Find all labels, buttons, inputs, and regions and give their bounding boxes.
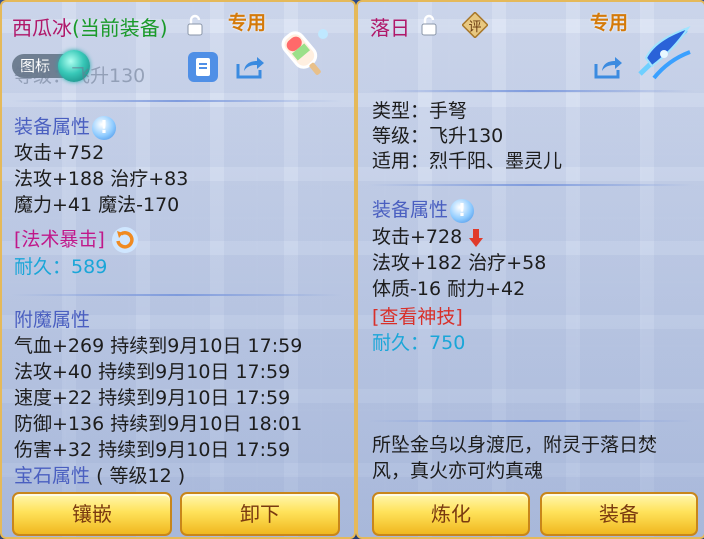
divider — [368, 184, 694, 186]
share-icon — [594, 57, 622, 79]
divider — [12, 100, 342, 102]
detail-button[interactable] — [188, 52, 218, 82]
base-attr-line: 攻击+728 — [372, 224, 484, 250]
equip-button[interactable]: 装备 — [540, 492, 698, 536]
hint-icon[interactable]: ! — [450, 198, 475, 223]
lock-icon[interactable] — [420, 14, 438, 36]
divider — [368, 420, 694, 422]
divider — [12, 294, 342, 296]
compare-item-panel: 落日 评 专用 类型：手弩 等级：飞升130 适用：烈千阳、墨灵儿 装备属性! … — [356, 0, 704, 539]
item-portrait-icon — [638, 25, 691, 80]
gem-attributes-header: 宝石属性 ( 等级12 ) — [14, 463, 185, 489]
inlay-button[interactable]: 镶嵌 — [12, 492, 172, 536]
special-effect-label: [法术暴击] — [14, 228, 105, 251]
durability-value: 750 — [429, 332, 466, 354]
rate-button[interactable]: 评 — [462, 12, 488, 38]
item-name: 西瓜冰 — [12, 16, 72, 40]
special-effect[interactable]: [法术暴击] — [14, 226, 139, 254]
enchant-line: 法攻+40 持续到9月10日 17:59 — [14, 361, 291, 383]
share-icon — [236, 57, 264, 79]
gem-level: ( 等级12 ) — [96, 465, 186, 487]
enchant-line: 伤害+32 持续到9月10日 17:59 — [14, 439, 291, 461]
share-button[interactable] — [592, 52, 624, 82]
base-attributes-title: 装备属性 — [372, 199, 449, 221]
base-attributes-title: 装备属性 — [14, 116, 91, 138]
equipped-status: (当前装备) — [72, 16, 168, 40]
type-line: 类型：手弩 — [372, 100, 468, 122]
attack-value: 攻击+728 — [372, 226, 463, 248]
enchant-line: 防御+136 持续到9月10日 18:01 — [14, 413, 303, 435]
stat-down-arrow-icon — [469, 228, 484, 247]
divider — [368, 90, 694, 92]
rate-label: 评 — [468, 19, 482, 35]
suitable-line: 适用：烈千阳、墨灵儿 — [372, 150, 563, 172]
durability: 耐久：750 — [372, 330, 465, 356]
unequip-button[interactable]: 卸下 — [180, 492, 340, 536]
base-attributes-header: 装备属性! — [14, 114, 117, 140]
lock-icon[interactable] — [186, 14, 204, 36]
exclusive-label: 专用 — [228, 12, 267, 34]
durability-label: 耐久： — [14, 256, 72, 278]
view-divine-skill-link[interactable]: [查看神技] — [372, 304, 463, 330]
durability-value: 589 — [71, 256, 108, 278]
exclusive-label: 专用 — [590, 12, 629, 34]
enchant-line: 速度+22 持续到9月10日 17:59 — [14, 387, 291, 409]
durability: 耐久：589 — [14, 254, 107, 280]
base-attr-line: 攻击+752 — [14, 142, 105, 164]
current-item-panel: 西瓜冰(当前装备) 专用 图标 等级：飞升130 装备属性! 攻击+752 法攻… — [0, 0, 356, 539]
refresh-icon[interactable] — [111, 226, 139, 254]
item-portrait-icon — [281, 29, 328, 75]
document-icon — [196, 58, 210, 76]
share-button[interactable] — [234, 52, 266, 82]
level-line-partial: 等级：飞升130 — [14, 65, 146, 87]
level-line: 等级：飞升130 — [372, 125, 504, 147]
durability-label: 耐久： — [372, 332, 430, 354]
enchant-attributes-header: 附魔属性 — [14, 309, 91, 331]
base-attr-line: 法攻+182 治疗+58 — [372, 252, 547, 274]
refine-button[interactable]: 炼化 — [372, 492, 530, 536]
base-attr-line: 体质-16 耐力+42 — [372, 278, 526, 300]
base-attr-line: 法攻+188 治疗+83 — [14, 168, 189, 190]
gem-attributes-title: 宝石属性 — [14, 465, 91, 487]
item-title: 西瓜冰(当前装备) — [12, 12, 168, 41]
enchant-line: 气血+269 持续到9月10日 17:59 — [14, 335, 303, 357]
base-attr-line: 魔力+41 魔法-170 — [14, 194, 180, 216]
item-name: 落日 — [370, 16, 410, 40]
item-description: 所坠金乌以身渡厄，附灵于落日焚风，真火亦可灼真魂 — [372, 434, 658, 482]
hint-icon[interactable]: ! — [92, 115, 117, 140]
base-attributes-header: 装备属性! — [372, 197, 475, 223]
